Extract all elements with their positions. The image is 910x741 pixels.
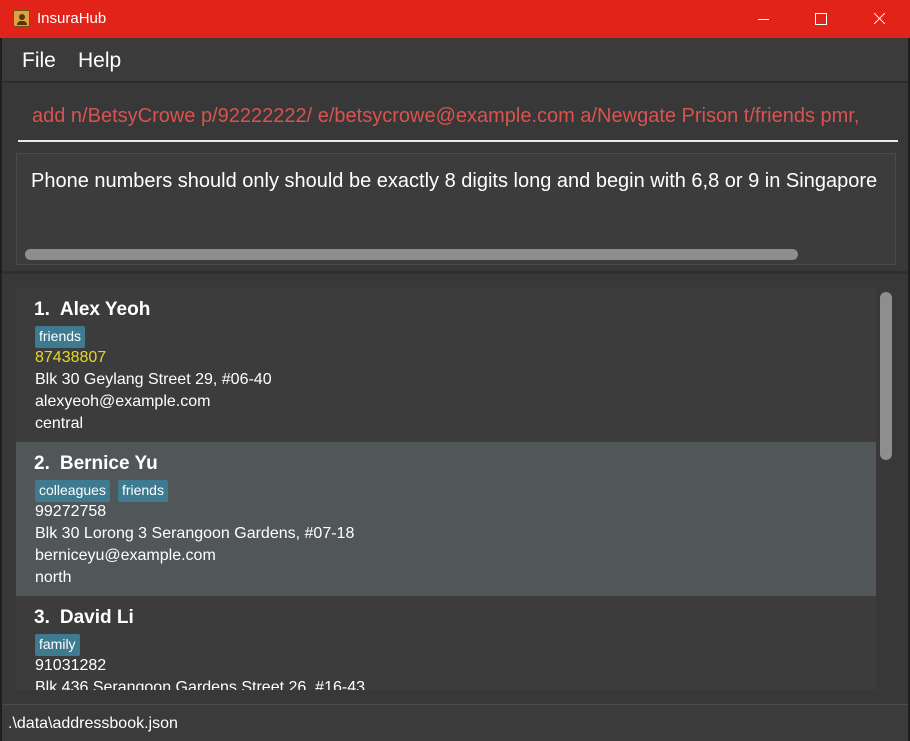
tag-list: family	[35, 634, 80, 656]
person-email: alexyeoh@example.com	[35, 393, 211, 410]
person-phone: 87438807	[35, 349, 107, 366]
person-name: 3. David Li	[34, 607, 134, 628]
person-region: north	[35, 569, 72, 586]
tag: friends	[35, 326, 86, 348]
close-button[interactable]	[850, 0, 908, 38]
menu-bar: File Help	[2, 38, 908, 82]
tag: family	[35, 634, 80, 656]
person-card[interactable]: 2. Bernice Yu colleagues friends 99272758…	[16, 442, 876, 596]
address-book-icon	[13, 10, 30, 27]
person-phone: 99272758	[35, 503, 107, 520]
status-bar: .\data\addressbook.json	[2, 704, 908, 741]
menu-file[interactable]: File	[22, 49, 56, 73]
person-list-panel: 1. Alex Yeoh friends 87438807 Blk 30 Geyl…	[2, 274, 908, 704]
person-email: berniceyu@example.com	[35, 547, 216, 564]
horizontal-scrollbar[interactable]	[25, 249, 798, 260]
result-display-panel: Phone numbers should only should be exac…	[2, 149, 908, 271]
person-list[interactable]: 1. Alex Yeoh friends 87438807 Blk 30 Geyl…	[16, 288, 876, 690]
menu-help[interactable]: Help	[78, 49, 121, 73]
person-region: central	[35, 415, 84, 432]
tag-list: friends	[35, 326, 86, 348]
scrollbar-thumb[interactable]	[880, 292, 892, 460]
person-address: Blk 30 Lorong 3 Serangoon Gardens, #07-1…	[35, 525, 355, 542]
result-display[interactable]: Phone numbers should only should be exac…	[16, 153, 896, 265]
person-address: Blk 30 Geylang Street 29, #06-40	[35, 371, 272, 388]
person-card[interactable]: 1. Alex Yeoh friends 87438807 Blk 30 Geyl…	[16, 288, 876, 442]
minimize-button[interactable]	[735, 0, 793, 38]
save-location: .\data\addressbook.json	[8, 715, 178, 732]
person-card[interactable]: 3. David Li family 91031282 Blk 436 Seran…	[16, 596, 876, 690]
result-message: Phone numbers should only should be exac…	[31, 170, 878, 192]
person-address: Blk 436 Serangoon Gardens Street 26, #16…	[35, 679, 365, 690]
command-box-panel: add n/BetsyCrowe p/92222222/ e/betsycrow…	[2, 83, 908, 149]
person-name: 2. Bernice Yu	[34, 453, 158, 474]
vertical-scrollbar[interactable]	[878, 288, 892, 690]
person-phone: 91031282	[35, 657, 107, 674]
tag: colleagues	[35, 480, 110, 502]
maximize-button[interactable]	[792, 0, 850, 38]
title-bar[interactable]: InsuraHub	[0, 0, 910, 38]
window-title: InsuraHub	[37, 10, 107, 27]
person-name: 1. Alex Yeoh	[34, 299, 151, 320]
tag-list: colleagues friends	[35, 480, 168, 502]
command-input[interactable]: add n/BetsyCrowe p/92222222/ e/betsycrow…	[18, 90, 898, 142]
tag: friends	[117, 480, 168, 502]
